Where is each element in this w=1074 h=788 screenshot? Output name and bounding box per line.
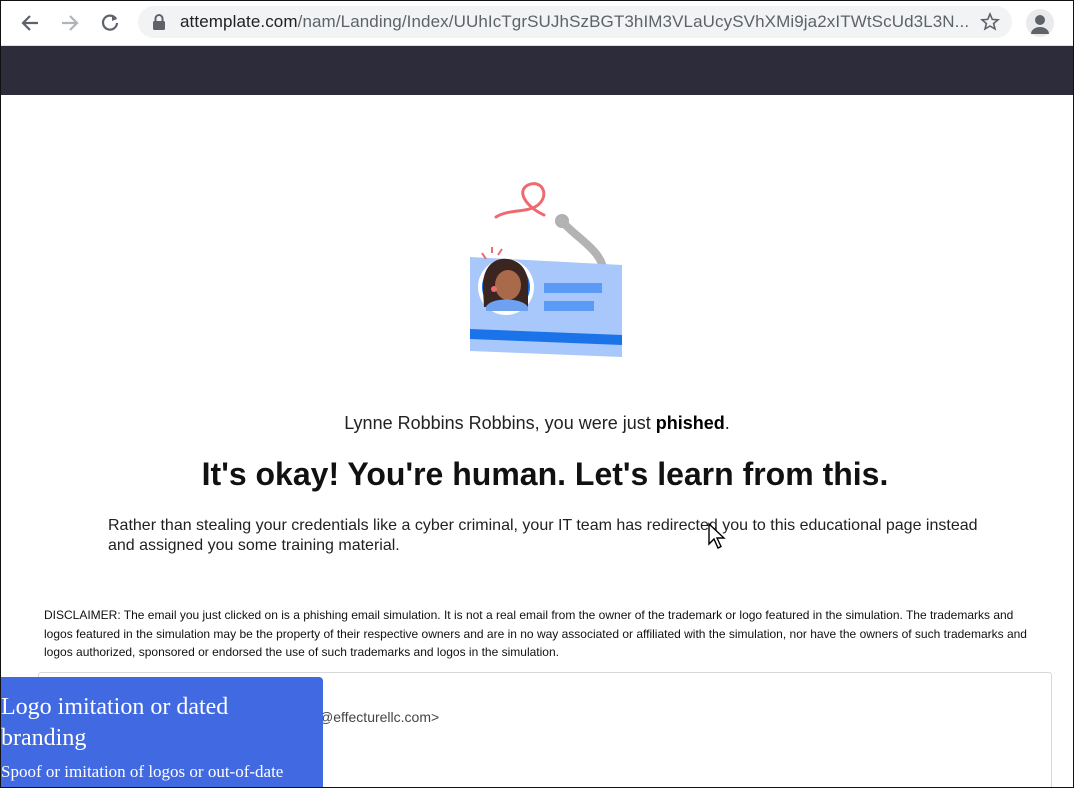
- annotation-title: Logo imitation or dated branding: [1, 694, 229, 751]
- mouse-cursor-icon: [707, 522, 727, 555]
- browser-toolbar: attemplate.com/nam/Landing/Index/UUhIcTg…: [1, 1, 1073, 46]
- email-sender-address: @effecturellc.com>: [319, 709, 440, 725]
- explanation-text: Rather than stealing your credentials li…: [108, 517, 978, 554]
- page-headline: It's okay! You're human. Let's learn fro…: [201, 456, 889, 492]
- greeting-prefix: Lynne Robbins Robbins, you were just: [344, 413, 656, 433]
- greeting-phished-word: phished: [655, 413, 725, 433]
- url-text[interactable]: attemplate.com/nam/Landing/Index/UUhIcTg…: [180, 12, 970, 32]
- disclaimer-text: DISCLAIMER: The email you just clicked o…: [44, 608, 1027, 659]
- lock-icon[interactable]: [152, 14, 166, 35]
- address-bar[interactable]: attemplate.com/nam/Landing/Index/UUhIcTg…: [138, 6, 1012, 38]
- forward-icon[interactable]: [56, 9, 84, 37]
- greeting-suffix: .: [724, 413, 730, 433]
- reload-icon[interactable]: [96, 9, 124, 37]
- url-path: /nam/Landing/Index/UUhIcTgrSUJhSzBGT3hIM…: [297, 12, 970, 31]
- phished-id-card-illustration: [456, 181, 636, 376]
- url-domain: attemplate.com: [180, 12, 298, 31]
- annotation-tooltip: Logo imitation or dated branding Spoof o…: [1, 677, 323, 787]
- back-icon[interactable]: [16, 9, 44, 37]
- phished-greeting: Lynne Robbins Robbins, you were just phi…: [1, 413, 1073, 434]
- star-icon[interactable]: [979, 11, 1001, 37]
- annotation-text: Spoof or imitation of logos or out-of-da…: [1, 762, 284, 781]
- site-header-bar: [1, 46, 1073, 95]
- browser-window: attemplate.com/nam/Landing/Index/UUhIcTg…: [0, 0, 1074, 788]
- profile-icon[interactable]: [1026, 9, 1054, 37]
